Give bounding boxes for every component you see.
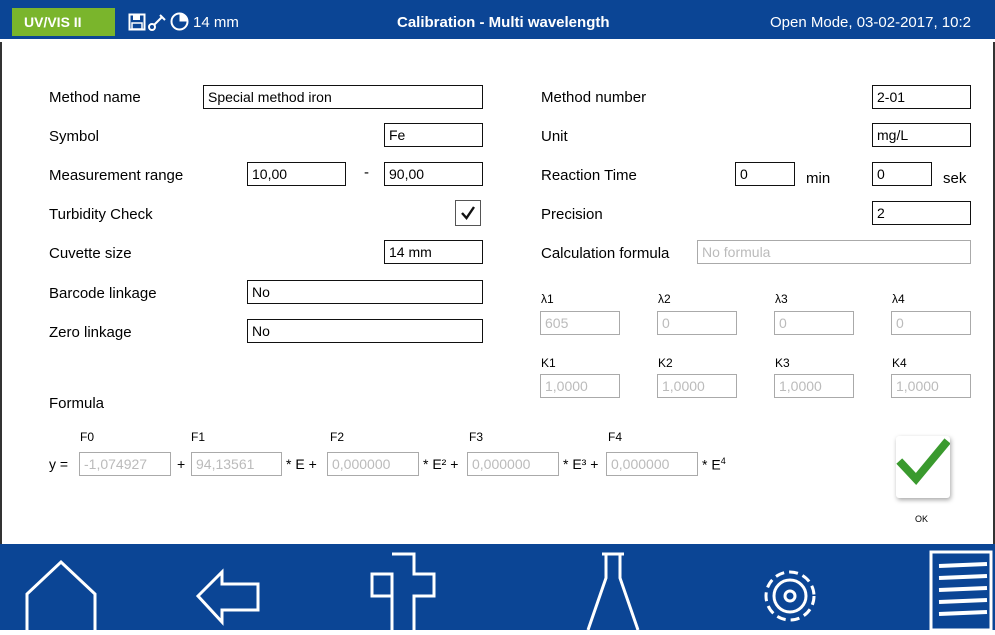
seconds-unit: sek [943, 170, 967, 187]
lambda1-label: λ1 [541, 292, 554, 306]
ok-label: OK [915, 514, 929, 524]
k2-label: K2 [658, 356, 673, 370]
turbidity-check-label: Turbidity Check [49, 206, 153, 223]
brand-badge: UV/VIS II [12, 8, 115, 36]
f4-label: F4 [608, 430, 623, 444]
flask-button[interactable] [578, 544, 648, 631]
ok-button[interactable] [896, 436, 950, 498]
settings-icon [764, 570, 816, 622]
k1-label: K1 [541, 356, 556, 370]
back-icon [195, 568, 260, 626]
formula-term-e2: * E² + [423, 456, 459, 472]
f3-field[interactable]: 0,000000 [467, 452, 559, 476]
page-title: Calibration - Multi wavelength [397, 14, 610, 31]
range-separator: - [364, 164, 369, 181]
home-button[interactable] [14, 544, 104, 630]
method-name-field[interactable]: Special method iron [203, 85, 483, 109]
add-icon [370, 552, 436, 630]
unit-label: Unit [541, 128, 568, 145]
f0-field[interactable]: -1,074927 [79, 452, 171, 476]
reaction-seconds-field[interactable]: 0 [872, 162, 932, 186]
back-button[interactable] [192, 544, 272, 630]
mode-status: Open Mode, 03-02-2017, 10:2 [770, 14, 971, 31]
f4-field[interactable]: 0,000000 [606, 452, 698, 476]
formula-term-e1: * E + [286, 456, 317, 472]
k2-field[interactable]: 1,0000 [657, 374, 737, 398]
probe-icon [147, 12, 167, 37]
f1-field[interactable]: 94,13561 [191, 452, 282, 476]
turbidity-checkbox[interactable] [455, 200, 481, 226]
range-max-field[interactable]: 90,00 [384, 162, 483, 186]
lambda4-label: λ4 [892, 292, 905, 306]
reaction-time-label: Reaction Time [541, 167, 637, 184]
lambda2-label: λ2 [658, 292, 671, 306]
bottom-navigation-bar [0, 544, 995, 632]
zero-linkage-field[interactable]: No [247, 319, 483, 343]
f0-label: F0 [80, 430, 95, 444]
method-number-field[interactable]: 2-01 [872, 85, 971, 109]
k1-field[interactable]: 1,0000 [540, 374, 620, 398]
flask-icon [586, 552, 640, 631]
k4-field[interactable]: 1,0000 [891, 374, 971, 398]
ok-checkmark-icon [896, 438, 950, 486]
calculation-formula-label: Calculation formula [541, 245, 670, 262]
lambda2-field[interactable]: 0 [657, 311, 737, 335]
precision-label: Precision [541, 206, 603, 223]
checkmark-icon [461, 206, 475, 220]
k3-field[interactable]: 1,0000 [774, 374, 854, 398]
home-icon [25, 559, 97, 630]
formula-term-e4: * E4 [702, 456, 726, 473]
f2-field[interactable]: 0,000000 [327, 452, 419, 476]
reaction-minutes-field[interactable]: 0 [735, 162, 795, 186]
formula-plus: + [177, 456, 186, 472]
menu-button[interactable] [925, 544, 995, 632]
unit-field[interactable]: mg/L [872, 123, 971, 147]
measurement-range-label: Measurement range [49, 167, 184, 184]
menu-icon [929, 550, 993, 632]
f3-label: F3 [469, 430, 484, 444]
formula-title: Formula [49, 395, 105, 412]
f2-label: F2 [330, 430, 345, 444]
formula-term-e3: * E³ + [563, 456, 599, 472]
settings-button[interactable] [745, 544, 835, 630]
k3-label: K3 [775, 356, 790, 370]
cuvette-size-indicator: 14 mm [193, 14, 239, 31]
range-min-field[interactable]: 10,00 [247, 162, 346, 186]
precision-field[interactable]: 2 [872, 201, 971, 225]
lambda1-field[interactable]: 605 [540, 311, 620, 335]
symbol-field[interactable]: Fe [384, 123, 483, 147]
save-icon [128, 13, 146, 36]
f1-label: F1 [191, 430, 206, 444]
add-button[interactable] [364, 544, 444, 630]
formula-y-prefix: y = [49, 456, 69, 472]
k4-label: K4 [892, 356, 907, 370]
barcode-linkage-label: Barcode linkage [49, 285, 157, 302]
lambda3-field[interactable]: 0 [774, 311, 854, 335]
title-bar: UV/VIS II 14 mm Calibration - Multi wave… [0, 0, 995, 42]
cuvette-icon [170, 12, 189, 36]
barcode-linkage-field[interactable]: No [247, 280, 483, 304]
symbol-label: Symbol [49, 128, 100, 145]
method-number-label: Method number [541, 89, 647, 106]
left-border [0, 42, 2, 544]
cuvette-size-label: Cuvette size [49, 245, 132, 262]
method-name-label: Method name [49, 89, 141, 106]
zero-linkage-label: Zero linkage [49, 324, 132, 341]
cuvette-size-field[interactable]: 14 mm [384, 240, 483, 264]
minutes-unit: min [806, 170, 831, 187]
lambda4-field[interactable]: 0 [891, 311, 971, 335]
lambda3-label: λ3 [775, 292, 788, 306]
calculation-formula-field[interactable]: No formula [697, 240, 971, 264]
